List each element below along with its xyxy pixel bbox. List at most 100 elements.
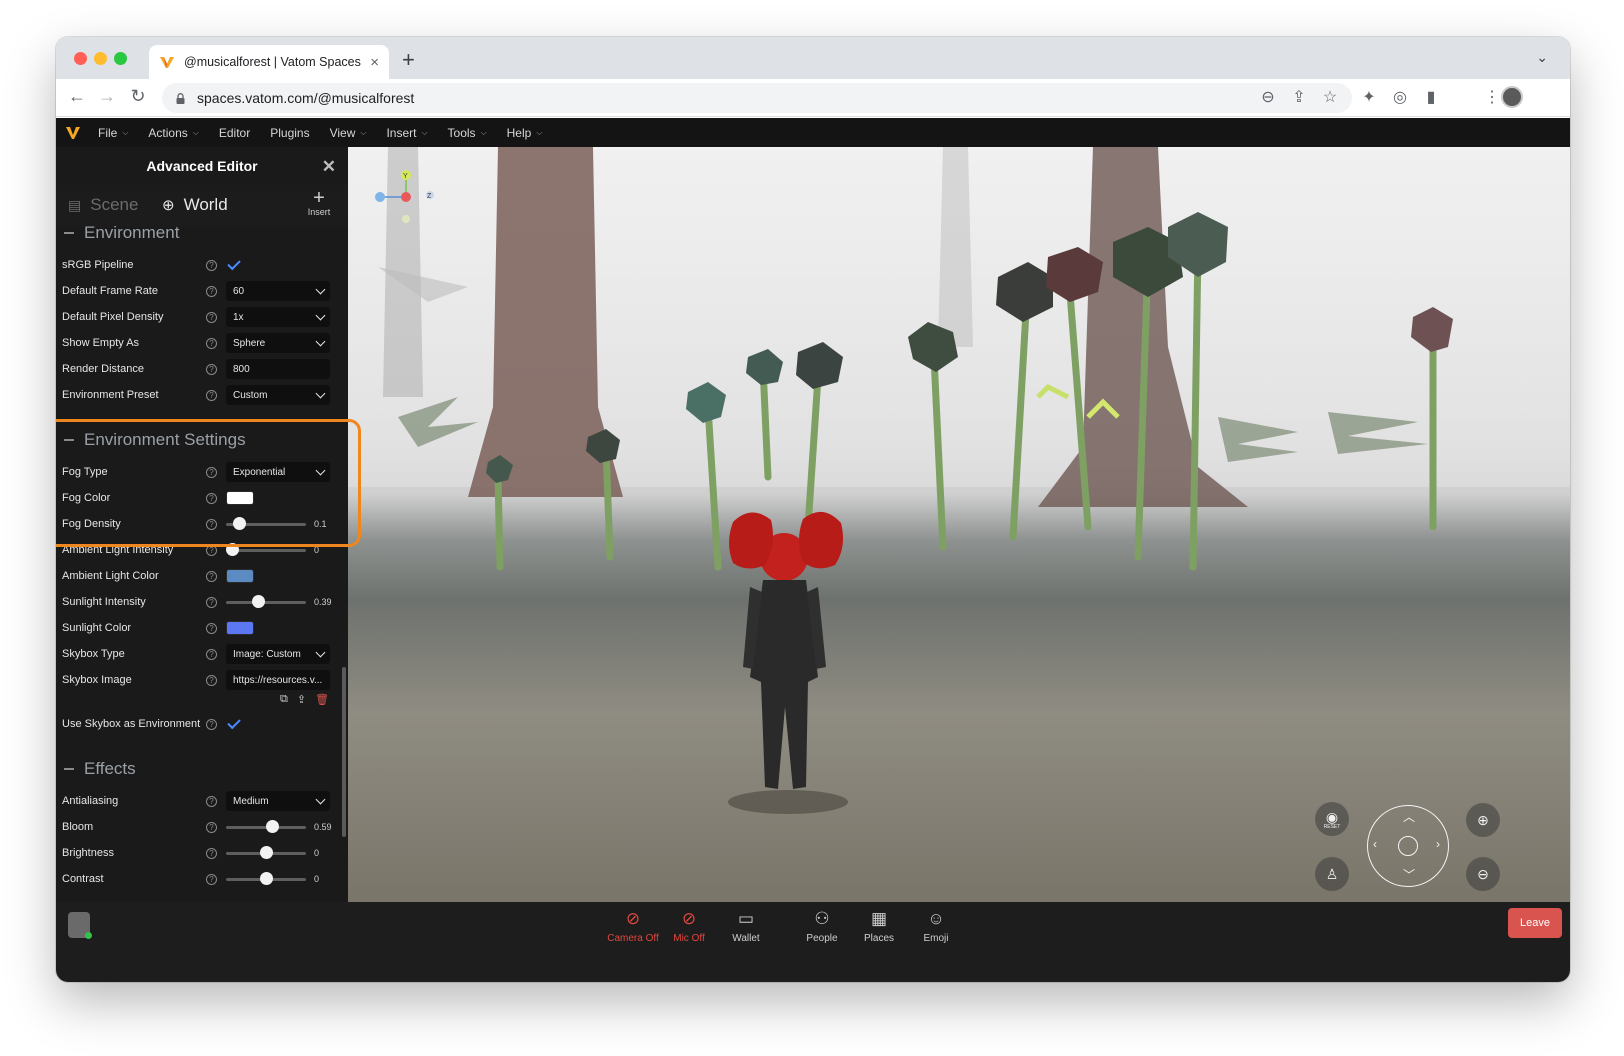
slider-knob[interactable] xyxy=(252,595,266,608)
right-arrow-icon[interactable]: › xyxy=(1436,837,1440,851)
help-icon[interactable]: ? xyxy=(206,718,217,730)
frame-rate-select[interactable]: 60 xyxy=(226,281,330,301)
emoji-button[interactable]: ☺ Emoji xyxy=(906,909,966,944)
skybox-image-input[interactable]: https://resources.v... xyxy=(226,670,330,690)
maximize-window-button[interactable] xyxy=(114,52,127,65)
mic-off-button[interactable]: ⊘ Mic Off xyxy=(659,909,719,944)
row-contrast: Contrast ? 0 xyxy=(62,872,320,886)
lock-icon xyxy=(176,92,185,104)
contrast-slider[interactable] xyxy=(226,872,306,886)
skybox-type-select[interactable]: Image: Custom xyxy=(226,644,330,664)
slider-knob[interactable] xyxy=(265,820,279,833)
joystick-center[interactable] xyxy=(1398,836,1418,856)
ambient-color-swatch[interactable] xyxy=(226,569,254,583)
help-icon[interactable]: ? xyxy=(206,389,217,401)
camera-off-button[interactable]: ⊘ Camera Off xyxy=(603,909,663,944)
people-button[interactable]: ⚇ People xyxy=(792,909,852,944)
browser-tab-active[interactable]: @musicalforest | Vatom Spaces × xyxy=(149,45,389,79)
menu-help[interactable]: Help ⌵ xyxy=(507,126,543,140)
use-skybox-checkbox[interactable] xyxy=(227,715,241,730)
help-icon[interactable]: ? xyxy=(206,847,217,859)
help-icon[interactable]: ? xyxy=(206,648,217,660)
help-icon[interactable]: ? xyxy=(206,795,217,807)
menu-view[interactable]: View ⌵ xyxy=(330,126,367,140)
avatar-pin-button[interactable]: ♙ xyxy=(1315,857,1349,891)
down-arrow-icon[interactable]: ﹀ xyxy=(1403,866,1415,883)
reset-view-button[interactable]: ◉ RESET xyxy=(1315,802,1349,836)
tab-scene[interactable]: ▤ Scene xyxy=(68,195,138,215)
menu-editor[interactable]: Editor xyxy=(219,126,250,140)
extension-icon[interactable]: ◎ xyxy=(1390,87,1410,107)
antialiasing-select[interactable]: Medium xyxy=(226,791,330,811)
help-icon[interactable]: ? xyxy=(206,337,217,349)
bottom-toolbar: ⊘ Camera Off ⊘ Mic Off ▭ Wallet ⚇ People… xyxy=(56,902,1570,982)
close-window-button[interactable] xyxy=(74,52,87,65)
slider-knob[interactable] xyxy=(259,872,273,885)
left-arrow-icon[interactable]: ‹ xyxy=(1373,837,1377,851)
back-arrow-icon[interactable]: ← xyxy=(66,86,88,107)
insert-button[interactable]: + Insert xyxy=(304,188,334,217)
slider-knob[interactable] xyxy=(259,846,273,859)
panel-scrollbar[interactable] xyxy=(342,667,346,837)
zoom-out-button[interactable]: ⊖ xyxy=(1466,857,1500,891)
side-panel-icon[interactable]: ▮ xyxy=(1421,87,1441,107)
render-distance-input[interactable]: 800 xyxy=(226,359,330,379)
share-icon[interactable]: ⇪ xyxy=(1289,87,1309,107)
wallet-button[interactable]: ▭ Wallet xyxy=(716,909,776,944)
help-icon[interactable]: ? xyxy=(206,363,217,375)
zoom-out-icon: ⊖ xyxy=(1477,865,1489,882)
help-icon[interactable]: ? xyxy=(206,873,217,885)
movement-joystick[interactable]: ︿ ﹀ ‹ › xyxy=(1367,805,1449,887)
help-icon[interactable]: ? xyxy=(206,674,217,686)
help-icon[interactable]: ? xyxy=(206,570,217,582)
bookmark-star-icon[interactable]: ☆ xyxy=(1320,87,1340,107)
help-icon[interactable]: ? xyxy=(206,311,217,323)
show-empty-select[interactable]: Sphere xyxy=(226,333,330,353)
help-icon[interactable]: ? xyxy=(206,285,217,297)
new-tab-button[interactable]: + xyxy=(402,47,415,73)
menu-tools[interactable]: Tools ⌵ xyxy=(448,126,487,140)
leave-button[interactable]: Leave xyxy=(1508,908,1562,938)
extensions-puzzle-icon[interactable]: ✦ xyxy=(1359,87,1379,107)
pixel-density-select[interactable]: 1x xyxy=(226,307,330,327)
section-effects[interactable]: Effects xyxy=(64,759,136,779)
minimize-window-button[interactable] xyxy=(94,52,107,65)
forward-arrow-icon[interactable]: → xyxy=(96,86,118,107)
close-panel-icon[interactable]: ✕ xyxy=(322,157,336,177)
menu-insert[interactable]: Insert ⌵ xyxy=(386,126,427,140)
places-button[interactable]: ▦ Places xyxy=(849,909,909,944)
section-environment[interactable]: Environment xyxy=(64,223,179,243)
help-icon[interactable]: ? xyxy=(206,596,217,608)
help-icon[interactable]: ? xyxy=(206,622,217,634)
help-icon[interactable]: ? xyxy=(206,821,217,833)
axis-gizmo[interactable]: Y Z xyxy=(368,165,438,225)
reload-icon[interactable]: ↻ xyxy=(127,86,149,107)
sunlight-color-swatch[interactable] xyxy=(226,621,254,635)
environment-preset-select[interactable]: Custom xyxy=(226,385,330,405)
trash-icon[interactable]: 🗑 xyxy=(315,693,329,706)
copy-icon[interactable]: ⧉ xyxy=(280,693,288,706)
up-arrow-icon[interactable]: ︿ xyxy=(1403,808,1415,825)
tab-world[interactable]: ⊕ World xyxy=(162,195,228,215)
help-icon[interactable]: ? xyxy=(206,259,217,271)
more-menu-icon[interactable]: ⋮ xyxy=(1482,87,1502,107)
bloom-slider[interactable] xyxy=(226,820,306,834)
row-brightness: Brightness ? 0 xyxy=(62,846,320,860)
tab-search-chevron-icon[interactable]: ⌄ xyxy=(1536,49,1548,66)
zoom-icon[interactable]: ⊖ xyxy=(1258,87,1278,107)
sunlight-intensity-slider[interactable] xyxy=(226,595,306,609)
profile-avatar[interactable] xyxy=(1501,86,1523,108)
upload-icon[interactable]: ⇪ xyxy=(297,693,306,706)
menu-plugins[interactable]: Plugins xyxy=(270,126,309,140)
app-menubar: File ⌵ Actions ⌵ Editor Plugins View ⌵ Inse… xyxy=(56,118,1570,147)
menu-actions[interactable]: Actions ⌵ xyxy=(148,126,198,140)
srgb-checkbox[interactable] xyxy=(227,256,241,271)
address-bar[interactable]: spaces.vatom.com/@musicalforest xyxy=(162,83,1352,113)
zoom-in-button[interactable]: ⊕ xyxy=(1466,803,1500,837)
brightness-slider[interactable] xyxy=(226,846,306,860)
3d-scene-viewport[interactable]: Y Z ◉ RESET ♙ ︿ ﹀ ‹ › ⊕ ⊖ xyxy=(348,147,1570,902)
camera-off-icon: ⊘ xyxy=(625,909,641,928)
tab-close-icon[interactable]: × xyxy=(370,54,379,71)
menu-file[interactable]: File ⌵ xyxy=(98,126,128,140)
vatom-logo-icon[interactable] xyxy=(66,126,80,140)
